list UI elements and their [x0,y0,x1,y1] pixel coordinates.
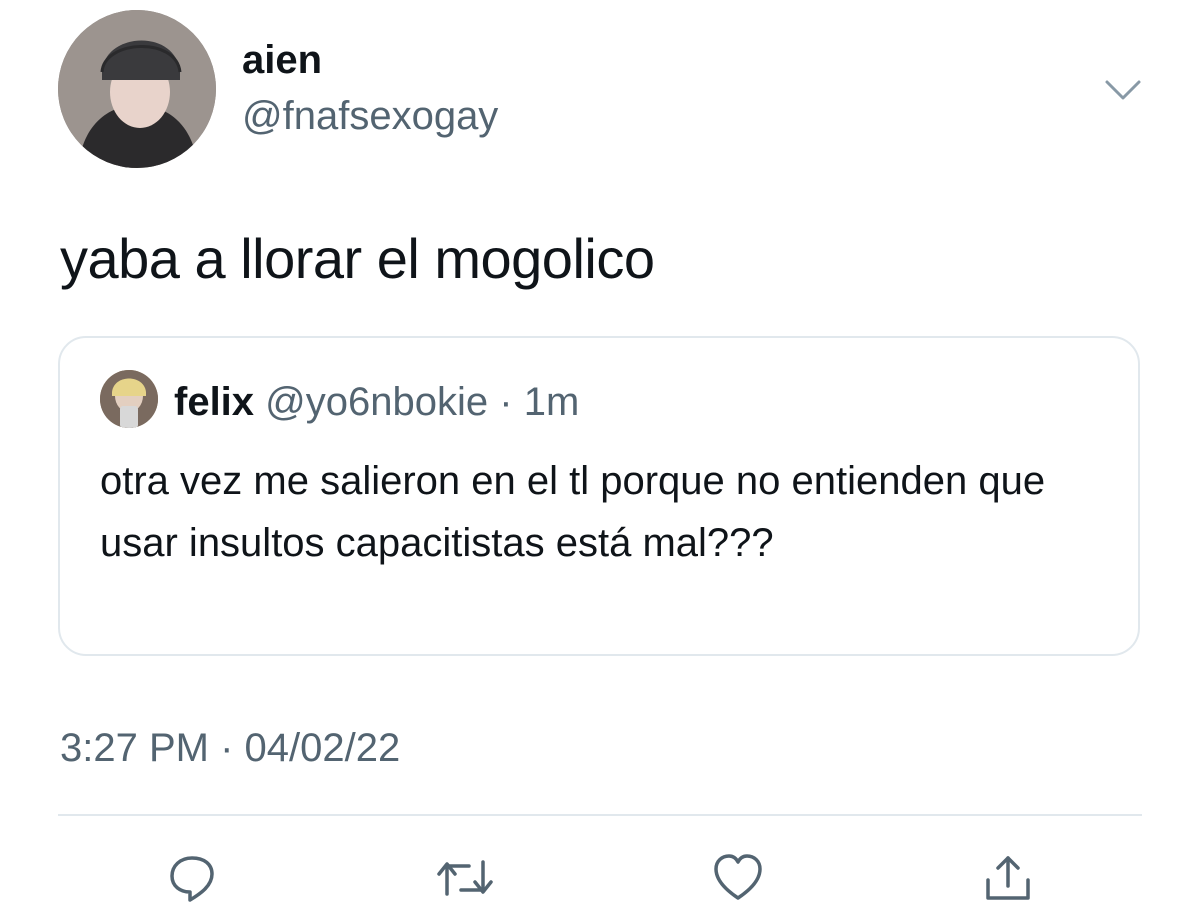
tweet-text: yaba a llorar el mogolico [60,227,655,290]
share-icon [986,856,1030,900]
chevron-down-icon[interactable] [1103,78,1143,102]
retweet-icon [437,860,493,896]
reply-icon [170,856,214,902]
author-display-name[interactable]: aien [242,38,322,83]
quoted-author-avatar [100,370,158,428]
quoted-text: otra vez me salieron en el tl porque no … [100,459,1046,565]
reply-button[interactable] [162,848,222,908]
author-avatar[interactable] [58,10,216,168]
retweet-button[interactable] [435,848,495,908]
author-handle[interactable]: @fnafsexogay [242,94,498,139]
like-button[interactable] [708,848,768,908]
share-button[interactable] [978,848,1038,908]
quoted-time: 1m [523,380,580,424]
quoted-handle[interactable]: @yo6nbokie [265,380,488,424]
quoted-tweet[interactable]: felix @yo6nbokie · 1m otra vez me salier… [58,336,1140,656]
quoted-separator: · [499,380,513,424]
quoted-header: felix @yo6nbokie · 1m [174,380,579,425]
tweet-timestamp: 3:27 PM · 04/02/22 [60,726,401,770]
quoted-display-name[interactable]: felix [174,380,254,424]
like-icon [714,854,762,900]
divider [58,814,1142,816]
